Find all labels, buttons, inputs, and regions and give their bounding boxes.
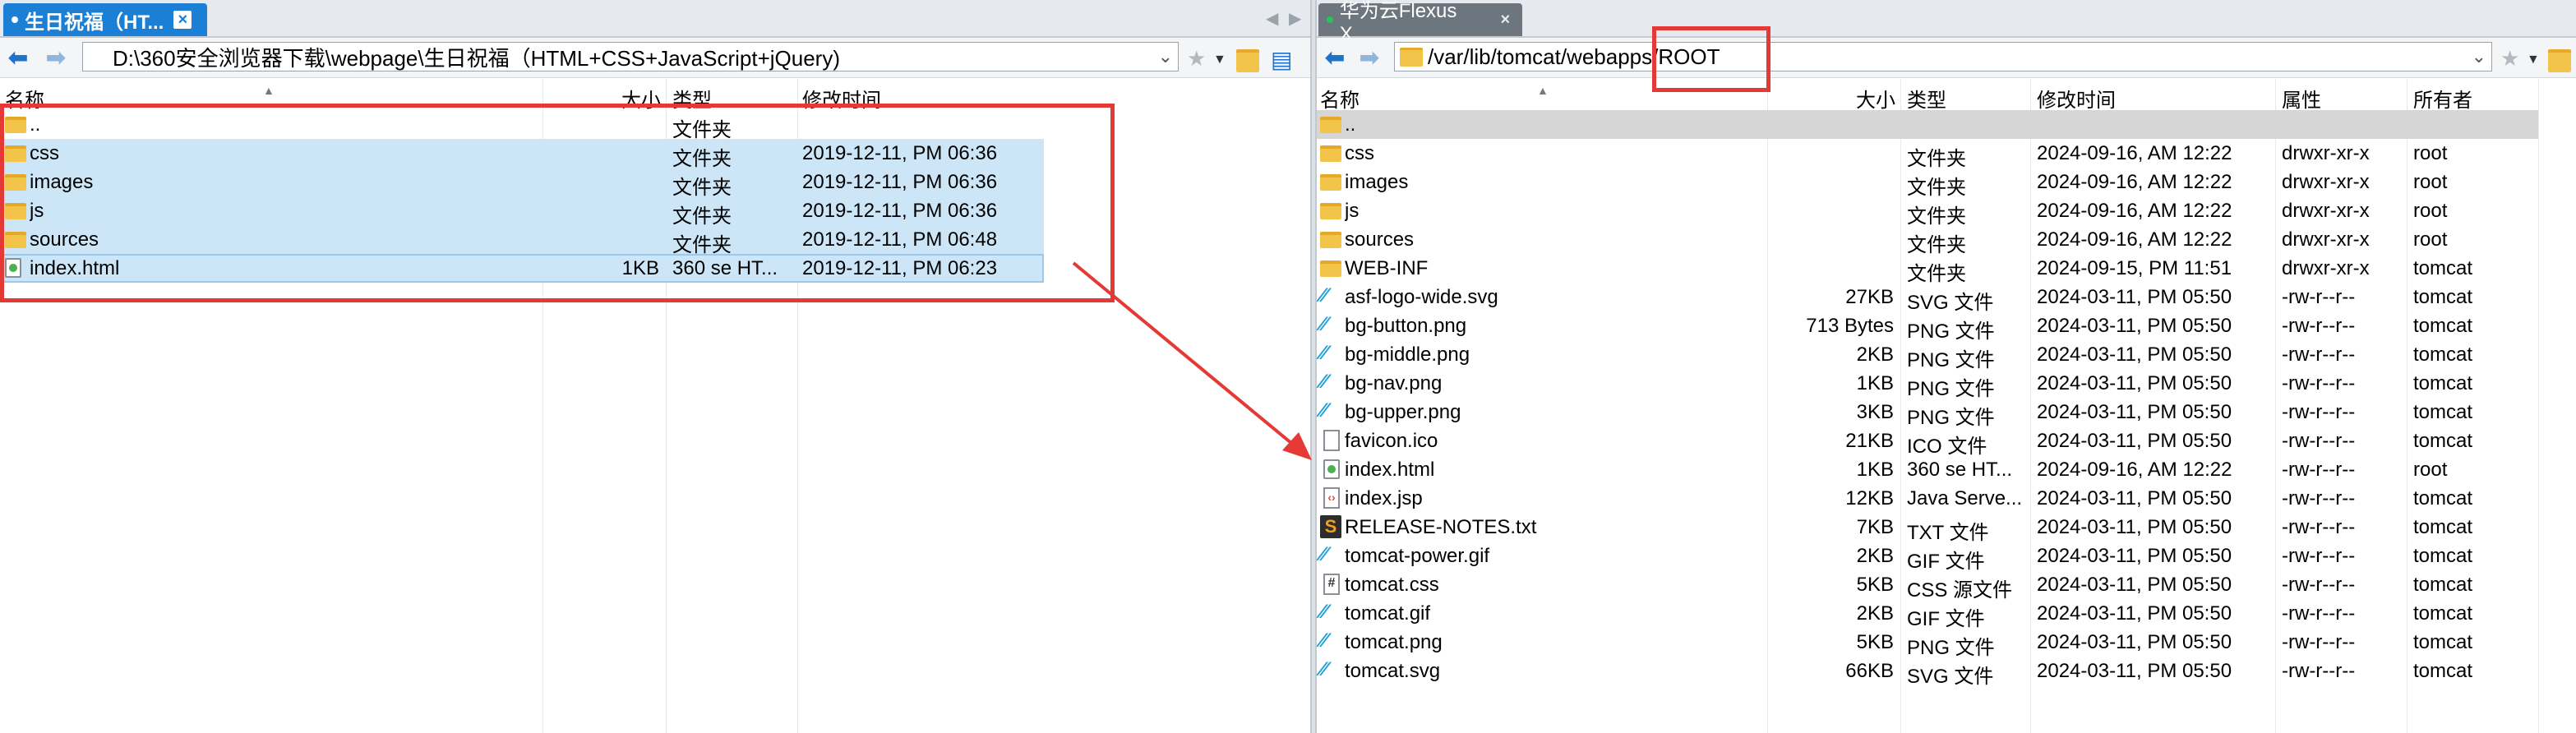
annotation-arrow: [1072, 261, 1312, 460]
